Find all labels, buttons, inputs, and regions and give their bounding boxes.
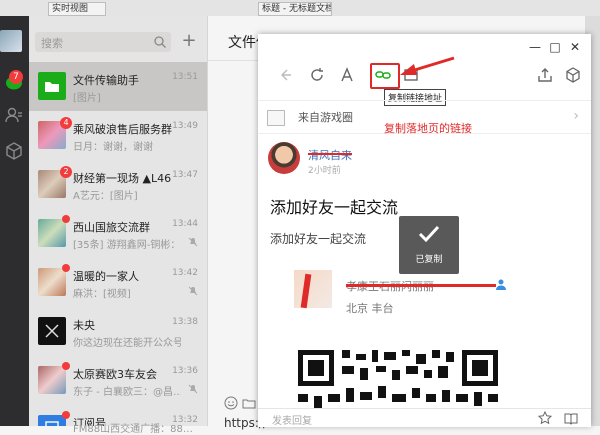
annotation-arrow-icon bbox=[400, 56, 455, 75]
refresh-icon[interactable] bbox=[308, 66, 326, 84]
checkmark-icon bbox=[418, 225, 440, 243]
close-button[interactable]: ✕ bbox=[565, 40, 585, 54]
conversation-time: 13:47 bbox=[172, 170, 198, 180]
conversation-preview: [35条] 游翔鑫网-铜彬：… bbox=[73, 240, 181, 251]
file-transfer-avatar bbox=[38, 72, 66, 100]
source-text: 来自游戏圈 bbox=[298, 111, 353, 124]
game-circle-icon bbox=[267, 110, 285, 126]
post-time: 2小时前 bbox=[308, 166, 341, 176]
back-arrow-icon[interactable] bbox=[276, 66, 294, 84]
conversation-item[interactable]: 西山国旅交流群 13:44 [35条] 游翔鑫网-铜彬：… bbox=[29, 209, 207, 258]
open-book-icon[interactable] bbox=[564, 411, 578, 425]
conversation-time: 13:49 bbox=[172, 121, 198, 131]
unread-dot bbox=[62, 411, 70, 419]
group-avatar bbox=[38, 219, 66, 247]
emoji-icon[interactable] bbox=[224, 396, 238, 410]
conversation-item[interactable]: 文件传输助手 13:51 [图片] bbox=[29, 62, 207, 111]
conversation-preview: [图片] bbox=[73, 93, 101, 104]
contacts-icon[interactable] bbox=[5, 106, 23, 124]
card-avatar bbox=[294, 270, 332, 308]
unread-dot bbox=[62, 215, 70, 223]
conversation-name: 未央 bbox=[73, 319, 95, 332]
conversation-preview: A艺元：[图片] bbox=[73, 191, 138, 202]
chat-input-toolbar bbox=[224, 396, 256, 413]
post-title: 添加好友一起交流 bbox=[270, 198, 399, 217]
user-avatar[interactable] bbox=[0, 30, 22, 52]
author-name[interactable]: 清风自来 bbox=[308, 147, 352, 163]
add-chat-button[interactable]: + bbox=[179, 32, 199, 52]
article-viewer-window: — □ ✕ 复制链接地址 来自游戏圈 › 复制落地页的链接 清风自来 2小时前 添加… bbox=[258, 34, 591, 427]
conversation-name: 乘风破浪售后服务群 bbox=[73, 123, 172, 136]
group-avatar bbox=[38, 268, 66, 296]
chevron-right-icon: › bbox=[573, 108, 579, 124]
comment-input[interactable]: 发表回复 bbox=[272, 412, 312, 427]
mute-bell-icon bbox=[188, 286, 198, 296]
logo-mark-icon bbox=[45, 324, 59, 338]
share-icon[interactable] bbox=[536, 66, 554, 84]
conversation-time: 13:38 bbox=[172, 317, 198, 327]
conversation-item[interactable]: 4 乘风破浪售后服务群 13:49 日月：谢谢，谢谢 bbox=[29, 111, 207, 160]
viewer-footer: 发表回复 bbox=[258, 408, 591, 427]
search-icon bbox=[154, 36, 166, 48]
author-avatar[interactable] bbox=[268, 142, 300, 174]
conversation-preview: 麻洪：[视频] bbox=[73, 289, 131, 300]
search-input[interactable]: 搜索 bbox=[35, 32, 171, 52]
group-avatar bbox=[38, 366, 66, 394]
background-tab-document[interactable]: 标题 - 无标题文档 bbox=[258, 2, 332, 16]
conversation-preview: FM88山西交通广播：88… bbox=[73, 424, 193, 435]
redaction-line bbox=[308, 153, 352, 155]
unread-dot bbox=[62, 362, 70, 370]
conversation-preview: 日月：谢谢，谢谢 bbox=[73, 142, 153, 153]
copied-toast: 已复制 bbox=[399, 216, 459, 274]
conversation-name: 温暖的一家人 bbox=[73, 270, 139, 283]
annotation-text: 复制落地页的链接 bbox=[384, 122, 472, 135]
background-window-strip: 实时视图 标题 - 无标题文档 bbox=[0, 0, 600, 17]
conversation-name: 财经第一现场 ▲L46 bbox=[73, 172, 172, 185]
mute-bell-icon bbox=[188, 237, 198, 247]
minimize-button[interactable]: — bbox=[525, 40, 545, 54]
window-controls: — □ ✕ bbox=[525, 40, 585, 54]
unread-dot bbox=[62, 264, 70, 272]
copied-label: 已复制 bbox=[415, 255, 443, 265]
mute-bell-icon bbox=[188, 384, 198, 394]
unread-badge: 4 bbox=[60, 117, 72, 129]
folder-icon bbox=[45, 82, 59, 92]
contact-avatar bbox=[38, 317, 66, 345]
conversation-list-panel: 搜索 + 文件传输助手 13:51 [图片] 4 乘风破浪售后服务群 13:49… bbox=[29, 16, 208, 426]
card-location: 北京 丰台 bbox=[346, 302, 394, 315]
search-placeholder: 搜索 bbox=[41, 37, 63, 50]
conversation-name: 太原赛欧3车友会 bbox=[73, 368, 157, 381]
copy-link-highlight-box bbox=[370, 63, 400, 89]
conversation-preview: 东子 - 白襄欧三：@昌… bbox=[73, 387, 181, 398]
conversation-preview: 你这边现在还能开公众号… bbox=[73, 338, 181, 349]
maximize-button[interactable]: □ bbox=[545, 40, 565, 54]
conversation-item[interactable]: 未央 13:38 你这边现在还能开公众号… bbox=[29, 307, 207, 356]
side-nav: 7 bbox=[0, 16, 29, 426]
post-body: 添加好友一起交流 bbox=[270, 232, 367, 246]
conversation-time: 13:44 bbox=[172, 219, 198, 229]
conversation-item[interactable]: 温暖的一家人 13:42 麻洪：[视频] bbox=[29, 258, 207, 307]
conversation-name: 文件传输助手 bbox=[73, 74, 139, 87]
qr-code-image bbox=[298, 350, 498, 408]
folder-send-icon[interactable] bbox=[242, 396, 256, 410]
conversation-time: 13:51 bbox=[172, 72, 198, 82]
unread-badge: 2 bbox=[60, 166, 72, 178]
person-icon bbox=[496, 279, 506, 290]
chat-unread-badge: 7 bbox=[9, 70, 23, 84]
background-tab-live-view[interactable]: 实时视图 bbox=[48, 2, 106, 16]
conversation-time: 13:42 bbox=[172, 268, 198, 278]
conversation-item[interactable]: 2 财经第一现场 ▲L46 13:47 A艺元：[图片] bbox=[29, 160, 207, 209]
conversation-item[interactable]: 太原赛欧3车友会 13:36 东子 - 白襄欧三：@昌… bbox=[29, 356, 207, 405]
conversation-time: 13:36 bbox=[172, 366, 198, 376]
mini-program-box-icon[interactable] bbox=[564, 66, 582, 84]
font-size-icon[interactable] bbox=[338, 66, 356, 84]
redaction-line bbox=[346, 284, 496, 287]
star-icon[interactable] bbox=[538, 411, 552, 425]
conversation-name: 西山国旅交流群 bbox=[73, 221, 150, 234]
favorites-box-icon[interactable] bbox=[5, 142, 23, 160]
